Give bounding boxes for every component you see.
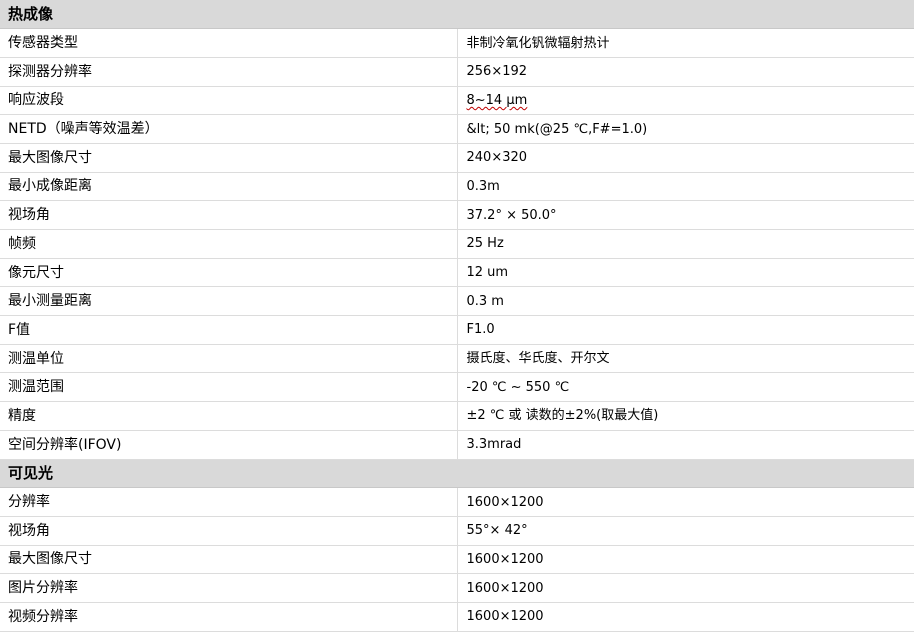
- spec-row-temperature-units: 测温单位 摄氏度、华氏度、开尔文: [0, 344, 914, 374]
- spec-row-pixel-size: 像元尺寸 12 um: [0, 258, 914, 288]
- spec-row-field-of-view: 视场角 55°× 42°: [0, 516, 914, 546]
- spec-value: 非制冷氧化钒微辐射热计: [457, 28, 914, 58]
- spec-label: 帧频: [0, 229, 458, 259]
- spec-row-max-image-size: 最大图像尺寸 1600×1200: [0, 545, 914, 575]
- spec-value: F1.0: [457, 315, 914, 345]
- spec-value: ±2 ℃ 或 读数的±2%(取最大值): [457, 401, 914, 431]
- spec-value: 1600×1200: [457, 602, 914, 632]
- spec-value: 25 Hz: [457, 229, 914, 259]
- section-title: 可见光: [0, 459, 914, 489]
- spec-row-min-measure-distance: 最小测量距离 0.3 m: [0, 286, 914, 317]
- spec-value: 1600×1200: [457, 573, 914, 603]
- spec-label: 视场角: [0, 516, 458, 546]
- spec-label: 最大图像尺寸: [0, 545, 458, 575]
- thermal-section: 热成像 传感器类型 非制冷氧化钒微辐射热计 探测器分辨率 256×192 响应波…: [0, 0, 914, 460]
- spec-row-frame-rate: 帧频 25 Hz: [0, 229, 914, 259]
- spec-label: 空间分辨率(IFOV): [0, 430, 458, 460]
- spec-row-ifov: 空间分辨率(IFOV) 3.3mrad: [0, 430, 914, 460]
- spec-row-picture-resolution: 图片分辨率 1600×1200: [0, 573, 914, 603]
- spec-label: F值: [0, 315, 458, 345]
- spec-value: 55°× 42°: [457, 516, 914, 546]
- spec-label: 响应波段: [0, 86, 458, 116]
- spec-value-text: 8~14 µm: [466, 92, 528, 108]
- spec-value: 240×320: [457, 143, 914, 173]
- spec-label: 探测器分辨率: [0, 57, 458, 87]
- spec-value: 摄氏度、华氏度、开尔文: [457, 344, 914, 374]
- spec-row-sensor-type: 传感器类型 非制冷氧化钒微辐射热计: [0, 28, 914, 58]
- section-header-thermal: 热成像: [0, 0, 914, 30]
- section-header-visible-light: 可见光: [0, 459, 914, 489]
- spec-value: 12 um: [457, 258, 914, 288]
- spec-value: 0.3m: [457, 172, 914, 202]
- spec-row-video-resolution: 视频分辨率 1600×1200: [0, 602, 914, 632]
- spec-label: 视场角: [0, 200, 458, 230]
- spec-value: 1600×1200: [457, 487, 914, 517]
- spec-value: &lt; 50 mk(@25 ℃,F#=1.0): [457, 114, 914, 144]
- spec-row-spectral-band: 响应波段 8~14 µm: [0, 86, 914, 116]
- spec-label: 最小测量距离: [0, 286, 458, 317]
- spec-label: 像元尺寸: [0, 258, 458, 288]
- visible-light-section: 可见光 分辨率 1600×1200 视场角 55°× 42° 最大图像尺寸 16…: [0, 459, 914, 632]
- spec-label: 测温范围: [0, 372, 458, 403]
- spec-label: 最大图像尺寸: [0, 143, 458, 173]
- spec-label: 传感器类型: [0, 28, 458, 58]
- spec-row-temperature-range: 测温范围 -20 ℃ ~ 550 ℃: [0, 372, 914, 403]
- spec-label: 分辨率: [0, 487, 458, 517]
- spec-value: 8~14 µm: [457, 86, 914, 116]
- spec-value: 256×192: [457, 57, 914, 87]
- spec-label: 测温单位: [0, 344, 458, 374]
- spec-label: 最小成像距离: [0, 172, 458, 202]
- spec-row-min-imaging-distance: 最小成像距离 0.3m: [0, 172, 914, 202]
- spec-value: 37.2° × 50.0°: [457, 200, 914, 230]
- section-title: 热成像: [0, 0, 914, 30]
- spec-row-accuracy: 精度 ±2 ℃ 或 读数的±2%(取最大值): [0, 401, 914, 431]
- spec-row-netd: NETD（噪声等效温差） &lt; 50 mk(@25 ℃,F#=1.0): [0, 114, 914, 144]
- spec-row-max-image-size: 最大图像尺寸 240×320: [0, 143, 914, 173]
- spec-value: 3.3mrad: [457, 430, 914, 460]
- spec-row-detector-resolution: 探测器分辨率 256×192: [0, 57, 914, 87]
- spec-value: 0.3 m: [457, 286, 914, 317]
- spec-value: 1600×1200: [457, 545, 914, 575]
- spec-label: NETD（噪声等效温差）: [0, 114, 458, 144]
- spec-label: 精度: [0, 401, 458, 431]
- spec-row-resolution: 分辨率 1600×1200: [0, 487, 914, 517]
- spec-value: -20 ℃ ~ 550 ℃: [457, 372, 914, 403]
- spec-row-field-of-view: 视场角 37.2° × 50.0°: [0, 200, 914, 230]
- spec-label: 图片分辨率: [0, 573, 458, 603]
- spec-row-f-number: F值 F1.0: [0, 315, 914, 345]
- spec-table: 热成像 传感器类型 非制冷氧化钒微辐射热计 探测器分辨率 256×192 响应波…: [0, 0, 914, 632]
- spec-label: 视频分辨率: [0, 602, 458, 632]
